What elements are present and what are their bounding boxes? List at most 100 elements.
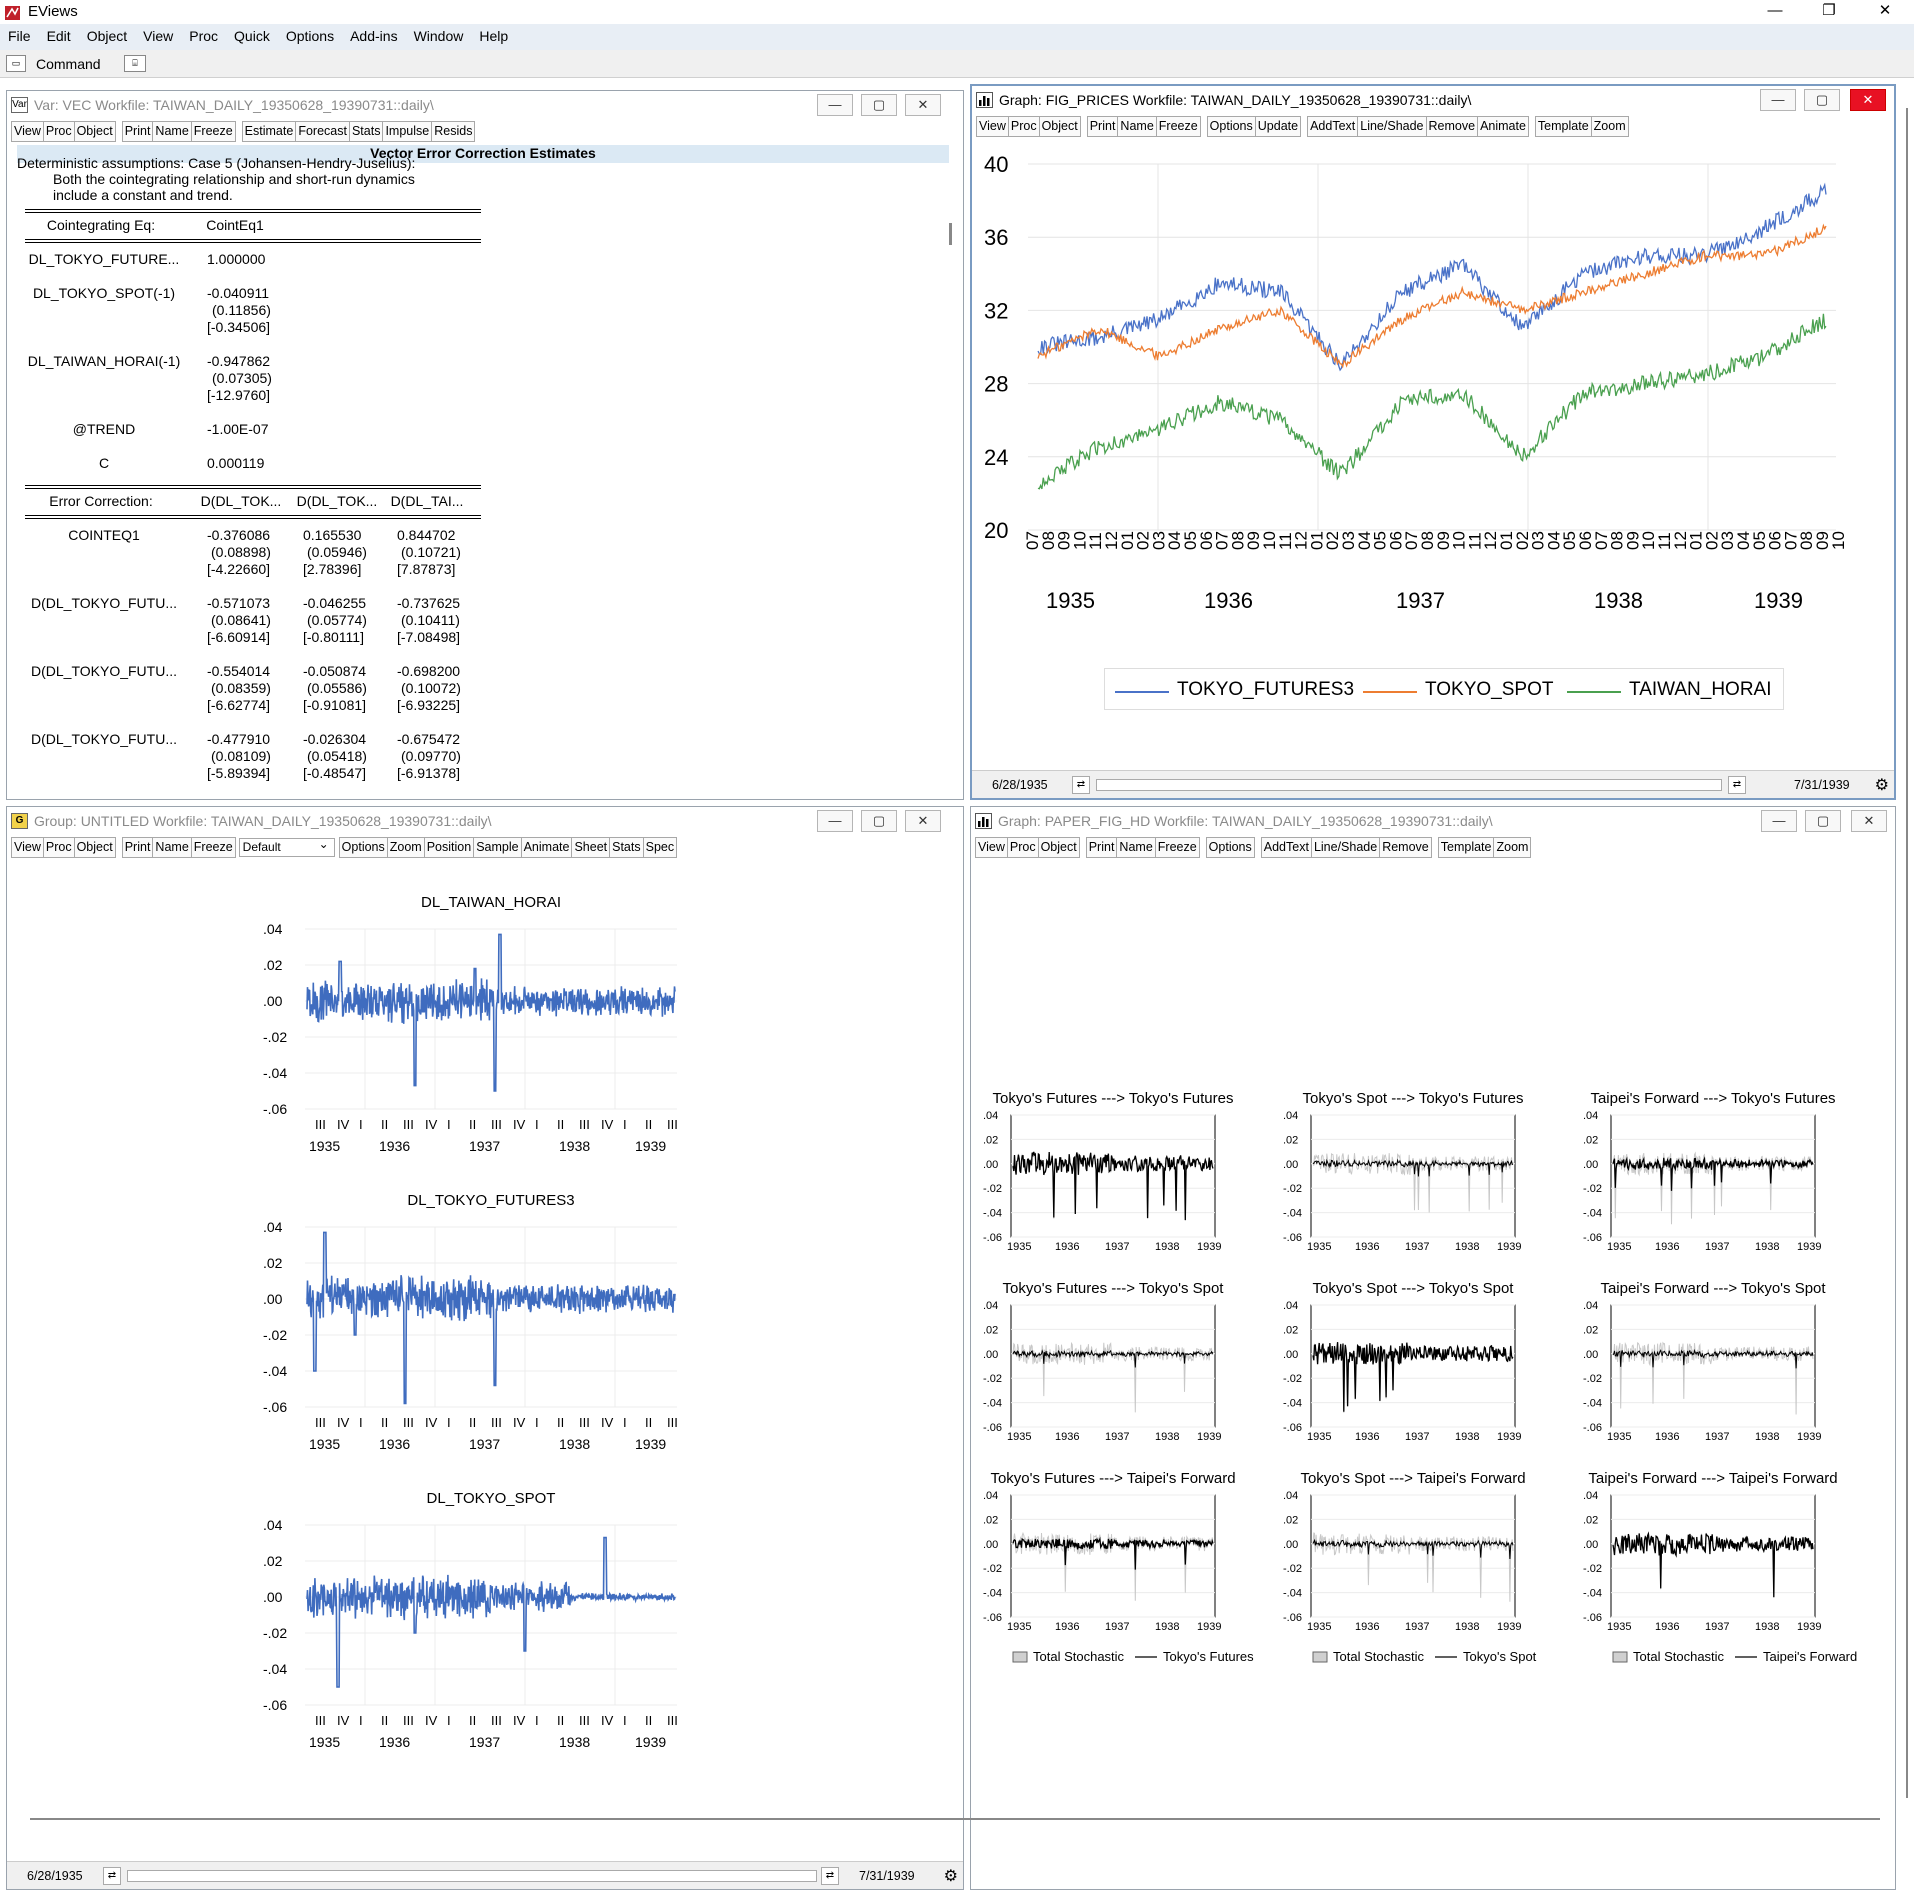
prices-btn-name[interactable]: Name: [1117, 116, 1157, 137]
hd-window-titlebar[interactable]: Graph: PAPER_FIG_HD Workfile: TAIWAN_DAI…: [971, 807, 1895, 835]
command-label[interactable]: Command: [36, 56, 101, 72]
vec-btn-view[interactable]: View: [11, 121, 44, 142]
hd-btn-remove[interactable]: Remove: [1379, 837, 1432, 858]
hd-btn-object[interactable]: Object: [1037, 837, 1080, 858]
hd-btn-lineshade[interactable]: Line/Shade: [1310, 837, 1381, 858]
hd-minimize-button[interactable]: —: [1761, 810, 1797, 832]
vec-minimize-button[interactable]: —: [817, 94, 853, 116]
vec-btn-object[interactable]: Object: [73, 121, 116, 142]
prices-btn-proc[interactable]: Proc: [1007, 116, 1040, 137]
menu-window[interactable]: Window: [406, 24, 472, 50]
prices-close-button[interactable]: ✕: [1850, 89, 1886, 111]
group-scroll-right-icon[interactable]: ⇄: [821, 1867, 839, 1885]
group-btn-print[interactable]: Print: [121, 837, 154, 858]
prices-btn-zoom[interactable]: Zoom: [1590, 116, 1629, 137]
hd-btn-print[interactable]: Print: [1085, 837, 1118, 858]
minimize-button[interactable]: —: [1752, 0, 1798, 24]
menu-proc[interactable]: Proc: [181, 24, 226, 50]
menu-options[interactable]: Options: [278, 24, 342, 50]
group-btn-options[interactable]: Options: [338, 837, 388, 858]
prices-scroll-left-icon[interactable]: ⇄: [1072, 776, 1090, 794]
prices-btn-view[interactable]: View: [976, 116, 1009, 137]
prices-graph-window[interactable]: Graph: FIG_PRICES Workfile: TAIWAN_DAILY…: [970, 84, 1896, 800]
vec-window[interactable]: Var Var: VEC Workfile: TAIWAN_DAILY_1935…: [6, 90, 964, 800]
prices-btn-options[interactable]: Options: [1206, 116, 1256, 137]
menu-file[interactable]: File: [0, 24, 39, 50]
group-close-button[interactable]: ✕: [905, 810, 941, 832]
vec-btn-forecast[interactable]: Forecast: [295, 121, 350, 142]
prices-btn-animate[interactable]: Animate: [1477, 116, 1529, 137]
hd-graph-window[interactable]: Graph: PAPER_FIG_HD Workfile: TAIWAN_DAI…: [970, 806, 1896, 1890]
group-btn-zoom[interactable]: Zoom: [386, 837, 425, 858]
hd-btn-zoom[interactable]: Zoom: [1493, 837, 1532, 858]
menu-addins[interactable]: Add-ins: [342, 24, 405, 50]
menu-quick[interactable]: Quick: [226, 24, 278, 50]
group-btn-name[interactable]: Name: [152, 837, 192, 858]
vec-maximize-button[interactable]: ▢: [861, 94, 897, 116]
vec-scrollbar[interactable]: [943, 163, 959, 799]
vec-btn-resids[interactable]: Resids: [431, 121, 476, 142]
vec-btn-stats[interactable]: Stats: [348, 121, 384, 142]
vec-btn-freeze[interactable]: Freeze: [190, 121, 236, 142]
prices-window-titlebar[interactable]: Graph: FIG_PRICES Workfile: TAIWAN_DAILY…: [972, 86, 1894, 114]
hd-btn-view[interactable]: View: [975, 837, 1008, 858]
group-gear-icon[interactable]: ⚙: [944, 1866, 958, 1886]
hd-btn-freeze[interactable]: Freeze: [1154, 837, 1200, 858]
prices-btn-update[interactable]: Update: [1254, 116, 1302, 137]
hd-maximize-button[interactable]: ▢: [1805, 810, 1841, 832]
prices-minimize-button[interactable]: —: [1760, 89, 1796, 111]
command-icon[interactable]: ▭: [6, 55, 26, 72]
menu-object[interactable]: Object: [79, 24, 135, 50]
prices-btn-object[interactable]: Object: [1038, 116, 1081, 137]
group-btn-freeze[interactable]: Freeze: [190, 837, 236, 858]
group-btn-view[interactable]: View: [11, 837, 44, 858]
vec-btn-proc[interactable]: Proc: [42, 121, 75, 142]
vec-scroll-thumb[interactable]: [949, 223, 952, 245]
menu-view[interactable]: View: [135, 24, 181, 50]
hd-btn-proc[interactable]: Proc: [1006, 837, 1039, 858]
hd-btn-name[interactable]: Name: [1116, 837, 1156, 858]
group-btn-position[interactable]: Position: [423, 837, 475, 858]
group-minimize-button[interactable]: —: [817, 810, 853, 832]
workspace-hscrollbar[interactable]: [30, 1818, 1880, 1820]
group-view-dropdown[interactable]: Default: [238, 836, 335, 857]
hd-close-button[interactable]: ✕: [1851, 810, 1887, 832]
prices-sample-slider[interactable]: [1096, 779, 1722, 791]
menu-help[interactable]: Help: [471, 24, 516, 50]
group-btn-sheet[interactable]: Sheet: [571, 837, 611, 858]
prices-btn-template[interactable]: Template: [1534, 116, 1592, 137]
menu-edit[interactable]: Edit: [39, 24, 79, 50]
group-window-titlebar[interactable]: G Group: UNTITLED Workfile: TAIWAN_DAILY…: [7, 807, 963, 835]
prices-btn-freeze[interactable]: Freeze: [1155, 116, 1201, 137]
group-btn-object[interactable]: Object: [73, 837, 116, 858]
maximize-button[interactable]: ❐: [1806, 0, 1852, 24]
group-btn-spec[interactable]: Spec: [642, 837, 678, 858]
group-sample-slider[interactable]: [127, 1870, 817, 1882]
group-window[interactable]: G Group: UNTITLED Workfile: TAIWAN_DAILY…: [6, 806, 964, 1890]
command-capture-icon[interactable]: ⌸: [124, 55, 146, 72]
group-scroll-left-icon[interactable]: ⇄: [103, 1867, 121, 1885]
hd-btn-options[interactable]: Options: [1205, 837, 1255, 858]
group-btn-sample[interactable]: Sample: [473, 837, 522, 858]
prices-btn-print[interactable]: Print: [1086, 116, 1119, 137]
group-btn-animate[interactable]: Animate: [520, 837, 573, 858]
gear-icon[interactable]: ⚙: [1875, 775, 1889, 795]
prices-btn-addtext[interactable]: AddText: [1307, 116, 1359, 137]
hd-btn-template[interactable]: Template: [1437, 837, 1495, 858]
prices-scroll-right-icon[interactable]: ⇄: [1728, 776, 1746, 794]
vec-btn-impulse[interactable]: Impulse: [382, 121, 433, 142]
group-btn-proc[interactable]: Proc: [42, 837, 75, 858]
workspace-vscrollbar[interactable]: [1906, 108, 1908, 1798]
vec-btn-print[interactable]: Print: [121, 121, 154, 142]
hd-btn-addtext[interactable]: AddText: [1260, 837, 1312, 858]
close-button[interactable]: ✕: [1862, 0, 1908, 24]
prices-maximize-button[interactable]: ▢: [1804, 89, 1840, 111]
vec-window-titlebar[interactable]: Var Var: VEC Workfile: TAIWAN_DAILY_1935…: [7, 91, 963, 119]
vec-btn-name[interactable]: Name: [152, 121, 192, 142]
prices-btn-lineshade[interactable]: Line/Shade: [1357, 116, 1427, 137]
group-btn-stats[interactable]: Stats: [609, 837, 644, 858]
prices-btn-remove[interactable]: Remove: [1425, 116, 1479, 137]
group-maximize-button[interactable]: ▢: [861, 810, 897, 832]
vec-btn-estimate[interactable]: Estimate: [241, 121, 297, 142]
vec-close-button[interactable]: ✕: [905, 94, 941, 116]
